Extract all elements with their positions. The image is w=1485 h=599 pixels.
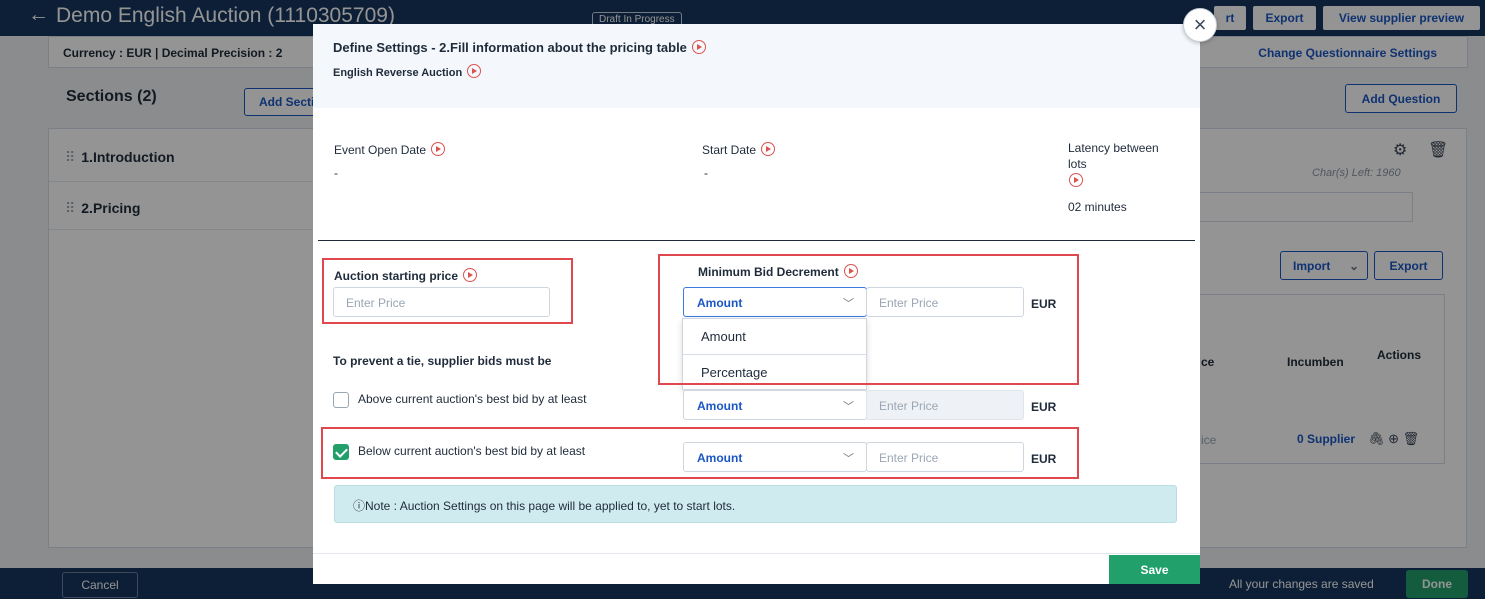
above-best-bid-label: Above current auction's best bid by at l… xyxy=(358,392,587,406)
below-best-bid-label: Below current auction's best bid by at l… xyxy=(358,444,586,458)
chevron-down-icon: ﹀ xyxy=(843,298,854,310)
event-open-date-value: - xyxy=(334,166,338,180)
dropdown-option-amount[interactable]: Amount xyxy=(683,319,866,355)
latency-value: 02 minutes xyxy=(1068,200,1127,214)
save-button[interactable]: Save xyxy=(1109,555,1200,584)
auction-starting-price-label: Auction starting price xyxy=(334,268,478,283)
min-bid-decrement-input[interactable]: Enter Price xyxy=(866,287,1024,317)
latency-label: Latency between xyxy=(1068,141,1159,155)
start-date-label: Start Date xyxy=(702,142,776,157)
event-open-date-label: Event Open Date xyxy=(334,142,446,157)
below-best-bid-checkbox[interactable] xyxy=(333,444,349,460)
help-video-icon[interactable] xyxy=(431,142,446,156)
modal-title-text: Define Settings - 2.Fill information abo… xyxy=(333,40,687,55)
selected-value: Amount xyxy=(697,451,743,465)
modal-title: Define Settings - 2.Fill information abo… xyxy=(333,40,706,55)
modal-header: Define Settings - 2.Fill information abo… xyxy=(313,24,1200,108)
help-video-icon[interactable] xyxy=(691,40,706,54)
auction-starting-price-label-text: Auction starting price xyxy=(334,269,459,283)
modal-subtitle-text: English Reverse Auction xyxy=(333,67,463,79)
currency-unit: EUR xyxy=(1031,400,1057,414)
start-date-label-text: Start Date xyxy=(702,143,757,157)
auction-starting-price-input[interactable]: Enter Price xyxy=(333,287,550,317)
selected-value: Amount xyxy=(697,399,743,413)
chevron-down-icon: ﹀ xyxy=(843,401,854,413)
currency-unit: EUR xyxy=(1031,452,1057,466)
tie-prevention-label: To prevent a tie, supplier bids must be xyxy=(333,354,552,368)
min-bid-decrement-label-text: Minimum Bid Decrement xyxy=(698,265,839,279)
info-note: ⓘNote : Auction Settings on this page wi… xyxy=(334,485,1177,523)
modal-subtitle: English Reverse Auction xyxy=(333,64,482,79)
above-bid-input[interactable]: Enter Price xyxy=(866,390,1024,420)
start-date-value: - xyxy=(704,166,708,180)
currency-unit: EUR xyxy=(1031,297,1057,311)
help-video-icon[interactable] xyxy=(1069,173,1083,187)
event-open-date-label-text: Event Open Date xyxy=(334,143,427,157)
latency-label-line2: lots xyxy=(1068,157,1087,171)
below-bid-type-select[interactable]: Amount ﹀ xyxy=(683,442,867,472)
above-best-bid-checkbox[interactable] xyxy=(333,392,349,408)
above-bid-type-select[interactable]: Amount ﹀ xyxy=(683,390,867,420)
help-video-icon[interactable] xyxy=(463,268,478,282)
selected-value: Amount xyxy=(697,296,743,310)
chevron-down-icon: ﹀ xyxy=(843,453,854,465)
dropdown-option-percentage[interactable]: Percentage xyxy=(683,355,866,391)
below-bid-input[interactable]: Enter Price xyxy=(866,442,1024,472)
divider xyxy=(318,240,1195,241)
min-bid-decrement-type-select[interactable]: Amount ﹀ xyxy=(683,287,867,317)
define-settings-modal: Define Settings - 2.Fill information abo… xyxy=(313,24,1200,584)
divider xyxy=(313,553,1200,554)
min-bid-decrement-label: Minimum Bid Decrement xyxy=(698,264,858,279)
help-video-icon[interactable] xyxy=(467,64,482,78)
help-video-icon[interactable] xyxy=(843,264,858,278)
help-video-icon[interactable] xyxy=(761,142,776,156)
close-icon[interactable]: × xyxy=(1183,8,1217,42)
min-bid-decrement-dropdown: Amount Percentage xyxy=(682,318,867,390)
